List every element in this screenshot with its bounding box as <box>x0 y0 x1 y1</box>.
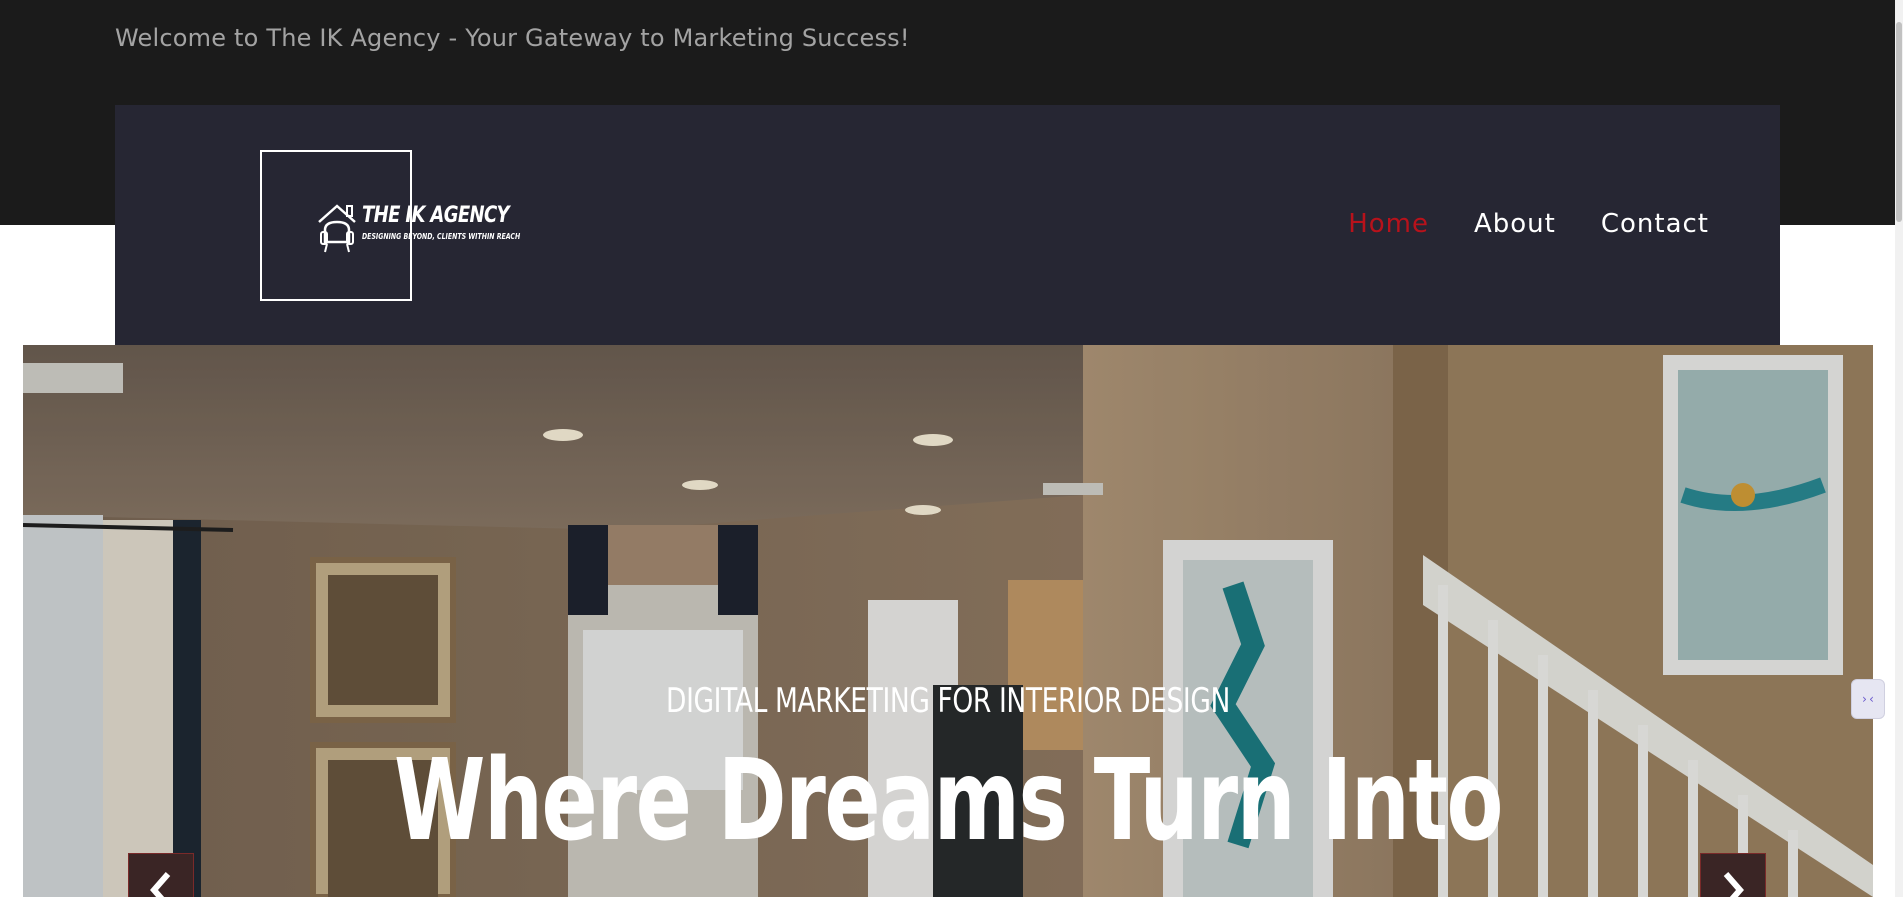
logo-tagline: DESIGNING BEYOND, CLIENTS WITHIN REACH <box>362 232 521 241</box>
nav-item-about[interactable]: About <box>1474 209 1556 239</box>
site-header: THE IK AGENCY DESIGNING BEYOND, CLIENTS … <box>115 105 1780 345</box>
house-chair-icon <box>318 204 356 253</box>
hero-subtitle: DIGITAL MARKETING FOR INTERIOR DESIGN <box>666 681 1230 721</box>
logo-title[interactable]: THE IK AGENCY <box>362 203 510 228</box>
slider-next-button[interactable] <box>1700 853 1766 897</box>
hero-title: Where Dreams Turn Into <box>394 736 1503 866</box>
main-nav: Home About Contact <box>1348 209 1709 239</box>
scrollbar-thumb[interactable] <box>1896 22 1902 222</box>
chevron-left-icon <box>150 872 171 897</box>
slider-prev-button[interactable] <box>128 853 194 897</box>
chevron-right-icon <box>1723 872 1744 897</box>
nav-item-home[interactable]: Home <box>1348 209 1429 239</box>
collapse-code-icon: ›‹ <box>1860 692 1876 706</box>
welcome-message: Welcome to The IK Agency - Your Gateway … <box>115 24 910 52</box>
side-widget-button[interactable]: ›‹ <box>1851 679 1885 719</box>
hero-slider: DIGITAL MARKETING FOR INTERIOR DESIGN Wh… <box>23 345 1873 897</box>
nav-item-contact[interactable]: Contact <box>1601 209 1709 239</box>
